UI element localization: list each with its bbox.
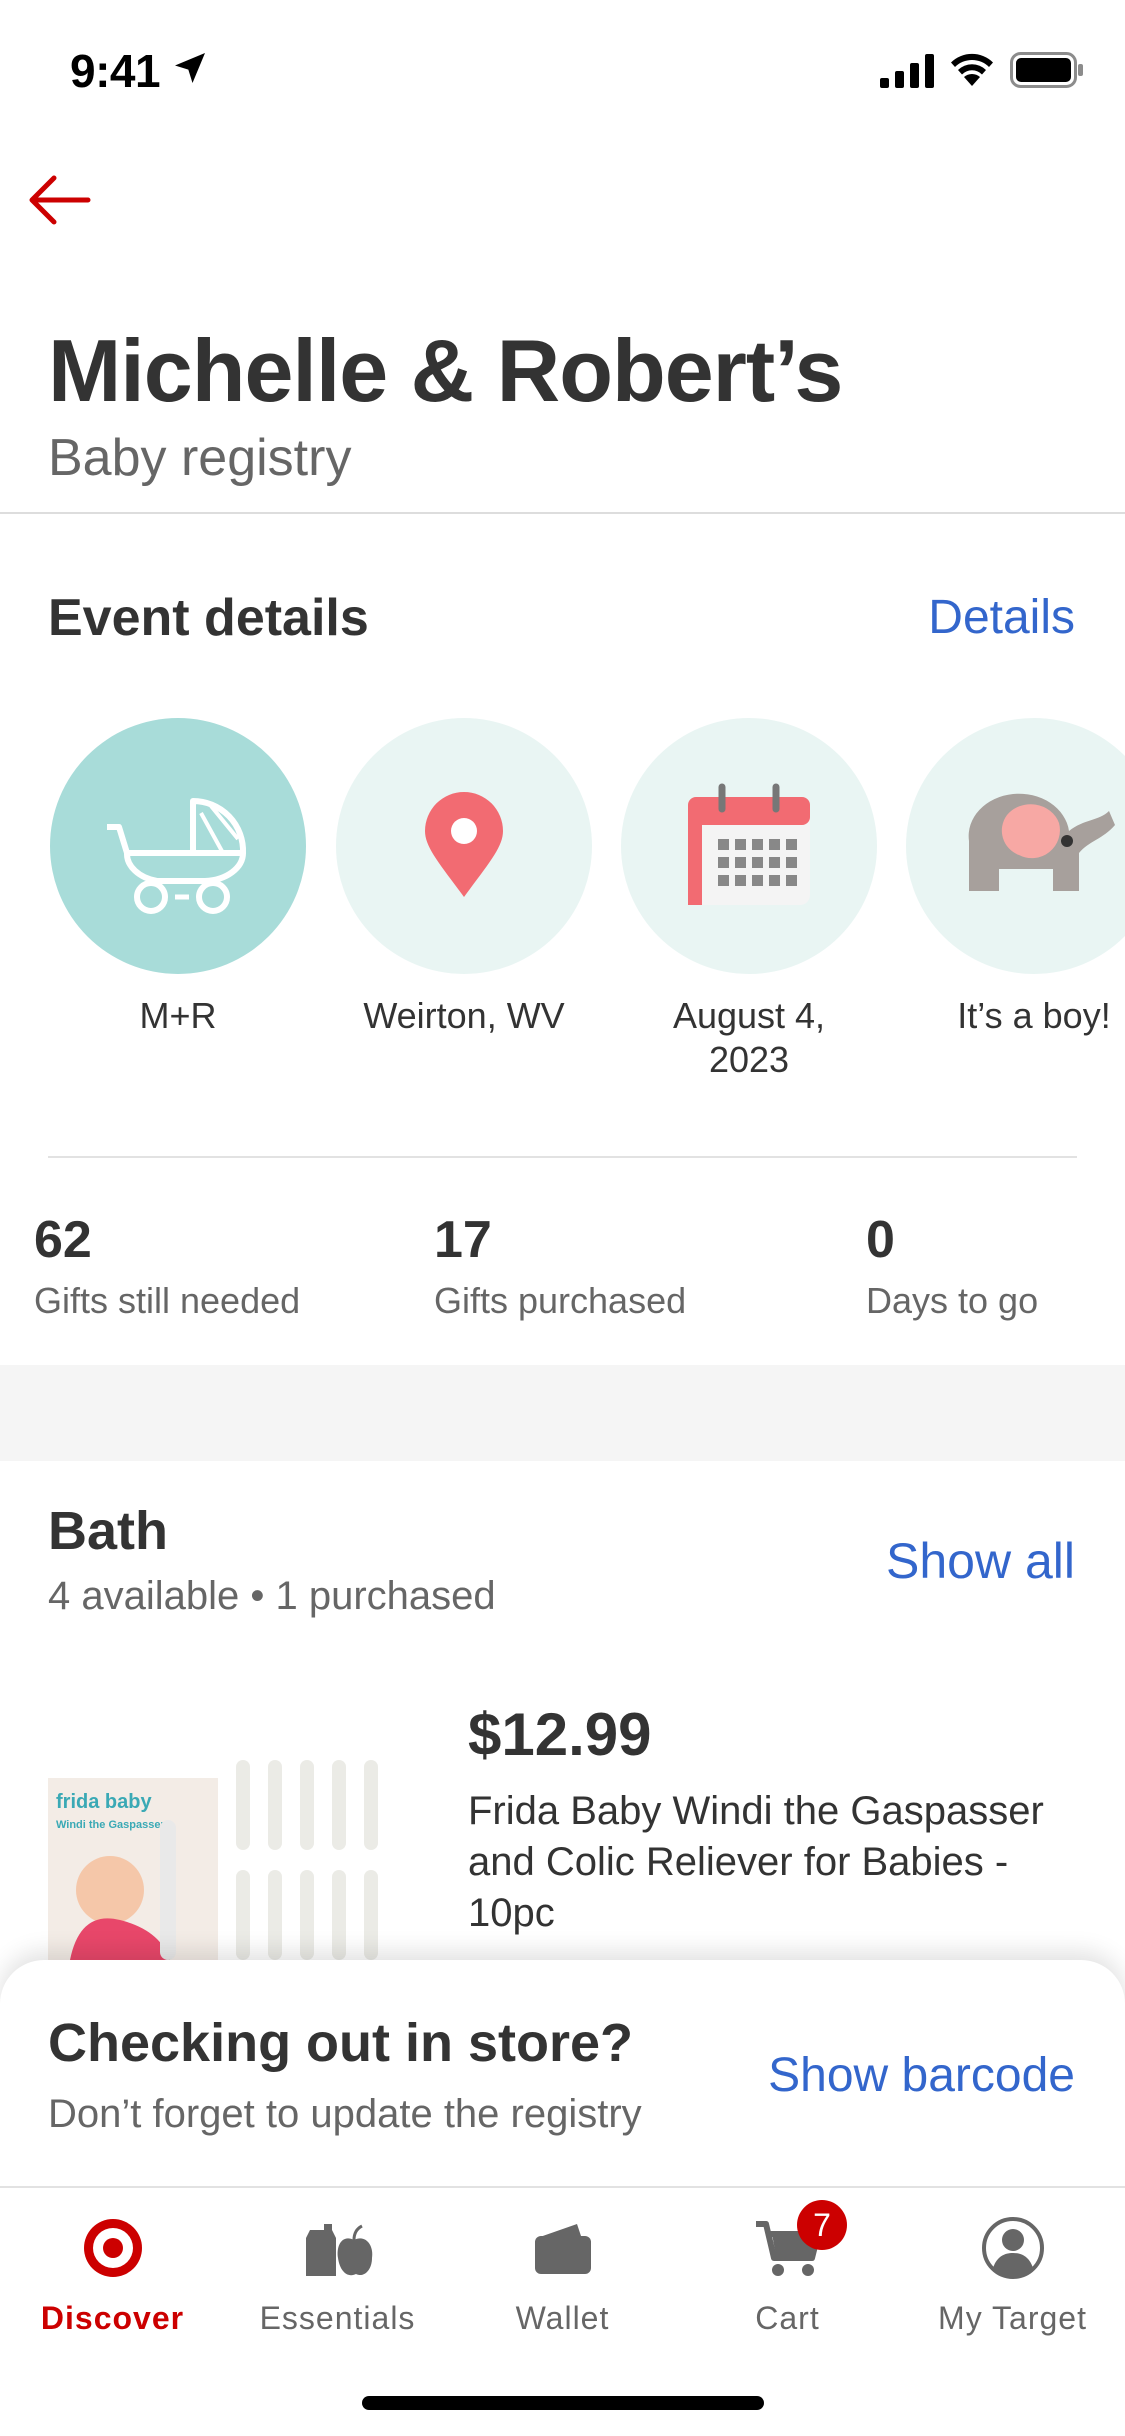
tab-wallet[interactable]: Wallet xyxy=(450,2208,675,2337)
status-time: 9:41 xyxy=(70,45,161,97)
checkout-sheet: Checking out in store? Don’t forget to u… xyxy=(0,1960,1125,2186)
product-image[interactable]: frida baby Windi the Gaspasser xyxy=(40,1760,390,1960)
sheet-title: Checking out in store? xyxy=(48,2013,634,2073)
divider xyxy=(48,1156,1077,1158)
tab-label: Essentials xyxy=(259,2300,416,2336)
page-title: Michelle & Robert’s xyxy=(48,321,843,420)
sheet-subtitle: Don’t forget to update the registry xyxy=(48,2092,642,2136)
stat-label: Gifts purchased xyxy=(434,1280,687,1321)
stat-value: 62 xyxy=(34,1211,92,1269)
event-item-date[interactable]: August 4, 2023 xyxy=(621,718,877,1082)
cellular-signal-icon xyxy=(880,54,934,88)
tab-discover[interactable]: Discover xyxy=(0,2208,225,2337)
stat-gifts-needed: 62 Gifts still needed xyxy=(34,1210,300,1322)
category-title: Bath xyxy=(48,1501,168,1561)
stat-label: Days to go xyxy=(866,1280,1039,1321)
product-image-title: Windi the Gaspasser xyxy=(56,1819,165,1831)
tab-label: Discover xyxy=(40,2300,185,2336)
location-arrow-icon xyxy=(175,53,205,83)
event-item-gender[interactable]: It’s a boy! xyxy=(906,718,1125,1038)
tab-essentials[interactable]: Essentials xyxy=(225,2208,450,2337)
event-details-carousel[interactable]: M+R Weirton, WV August 4, 2023 It’s a bo… xyxy=(0,718,1125,1098)
tab-label: My Target xyxy=(938,2300,1087,2336)
target-bullseye-icon xyxy=(0,2208,225,2288)
category-subtitle: 4 available • 1 purchased xyxy=(48,1574,496,1618)
status-bar: 9:41 xyxy=(0,0,1125,140)
product-name[interactable]: Frida Baby Windi the Gaspasser and Colic… xyxy=(468,1786,1088,1939)
stat-value: 0 xyxy=(866,1211,895,1269)
tab-label: Cart xyxy=(755,2300,820,2336)
location-pin-icon xyxy=(336,718,592,974)
product-price: $12.99 xyxy=(468,1701,652,1768)
cart-badge: 7 xyxy=(797,2200,847,2250)
event-item-label: M+R xyxy=(139,995,217,1036)
event-item-label: August 4, 2023 xyxy=(672,995,826,1080)
page-subtitle: Baby registry xyxy=(48,429,352,487)
wallet-icon xyxy=(450,2208,675,2288)
stat-value: 17 xyxy=(434,1211,492,1269)
stat-label: Gifts still needed xyxy=(34,1280,301,1321)
show-all-link[interactable]: Show all xyxy=(886,1532,1075,1590)
tab-label: Wallet xyxy=(515,2300,610,2336)
event-item-label: Weirton, WV xyxy=(363,995,565,1036)
show-barcode-button[interactable]: Show barcode xyxy=(768,2048,1075,2103)
wifi-icon xyxy=(951,53,993,86)
home-indicator xyxy=(362,2396,764,2410)
details-link[interactable]: Details xyxy=(928,590,1075,645)
event-item-names[interactable]: M+R xyxy=(50,718,306,1038)
account-icon xyxy=(900,2208,1125,2288)
event-details-heading: Event details xyxy=(48,589,369,647)
tab-cart[interactable]: 7 Cart xyxy=(675,2200,900,2337)
essentials-icon xyxy=(225,2208,450,2288)
back-arrow-icon[interactable] xyxy=(22,168,102,232)
divider xyxy=(0,512,1125,514)
tab-my-target[interactable]: My Target xyxy=(900,2208,1125,2337)
stroller-icon xyxy=(50,718,306,974)
product-image-brand: frida baby xyxy=(56,1791,152,1813)
calendar-icon xyxy=(621,718,877,974)
elephant-icon xyxy=(906,718,1125,974)
stat-days-to-go: 0 Days to go xyxy=(866,1210,1038,1322)
battery-icon xyxy=(1010,52,1083,88)
section-separator xyxy=(0,1365,1125,1461)
event-item-location[interactable]: Weirton, WV xyxy=(336,718,592,1038)
event-item-label: It’s a boy! xyxy=(957,995,1111,1036)
cart-icon: 7 xyxy=(675,2200,900,2288)
stat-gifts-purchased: 17 Gifts purchased xyxy=(434,1210,686,1322)
